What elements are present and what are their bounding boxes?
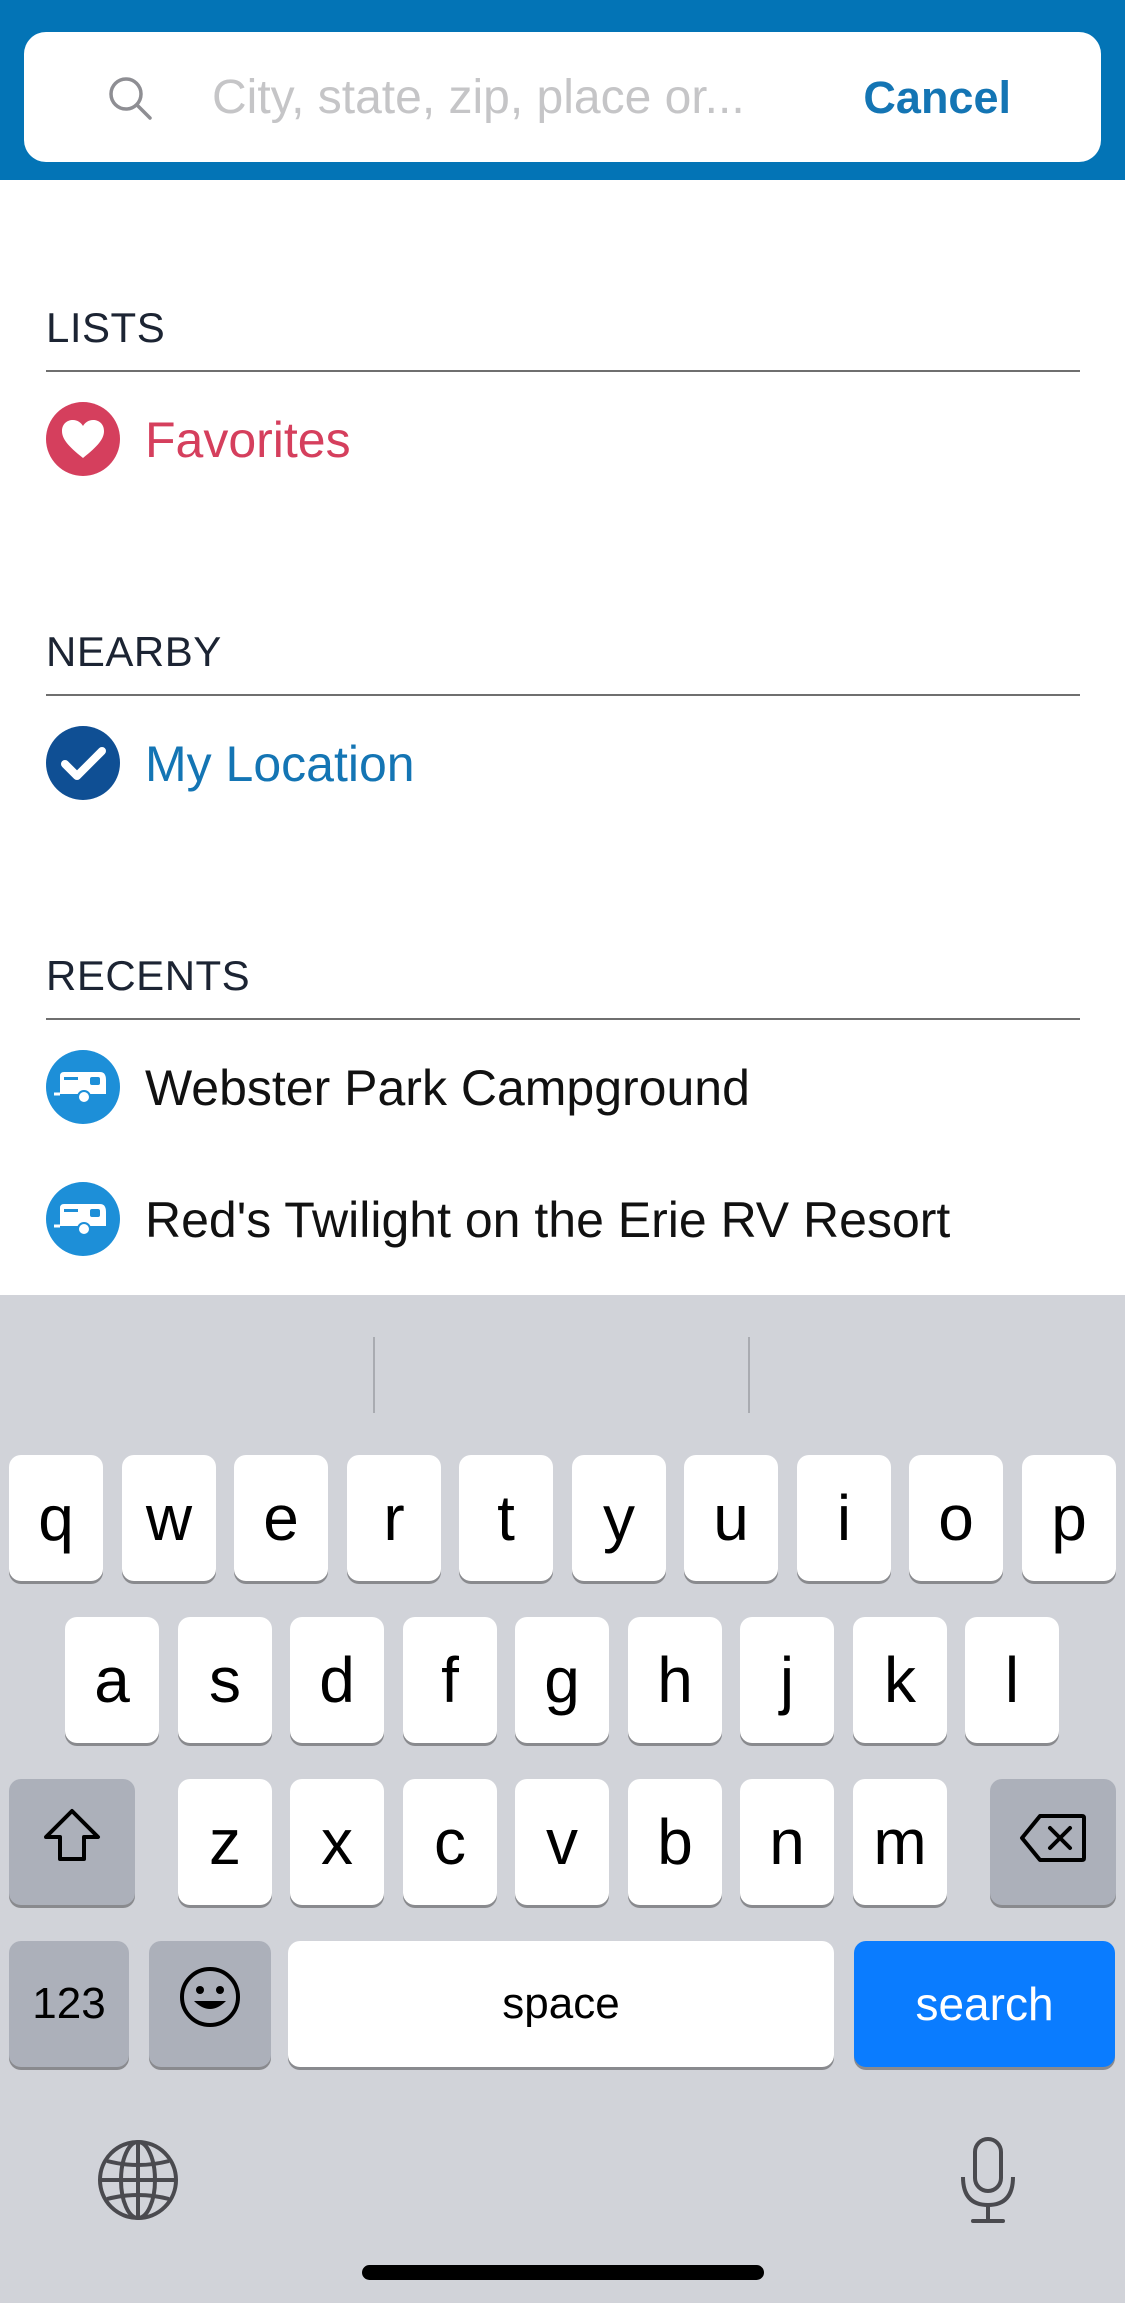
- favorites-label: Favorites: [145, 412, 351, 468]
- shift-icon: [40, 1805, 104, 1880]
- checkmark-icon: [46, 726, 120, 800]
- key-s[interactable]: s: [178, 1617, 272, 1743]
- rv-trailer-icon: [46, 1050, 120, 1124]
- section-header-recents: RECENTS: [46, 948, 1080, 1020]
- recent-item[interactable]: Red's Twilight on the Erie RV Resort: [46, 1168, 1080, 1268]
- home-indicator: [362, 2265, 764, 2280]
- key-y[interactable]: y: [572, 1455, 666, 1581]
- key-g[interactable]: g: [515, 1617, 609, 1743]
- search-box[interactable]: Cancel: [24, 32, 1101, 162]
- section-header-lists: LISTS: [46, 300, 1080, 372]
- key-z[interactable]: z: [178, 1779, 272, 1905]
- my-location-label: My Location: [145, 736, 415, 792]
- recent-item-label: Red's Twilight on the Erie RV Resort: [145, 1192, 951, 1248]
- search-screen: Cancel LISTS Favorites NEARBY My Locatio…: [0, 0, 1125, 2303]
- microphone-icon[interactable]: [955, 2135, 1021, 2232]
- section-title-recents: RECENTS: [46, 952, 251, 999]
- key-v[interactable]: v: [515, 1779, 609, 1905]
- key-n[interactable]: n: [740, 1779, 834, 1905]
- shift-key[interactable]: [9, 1779, 135, 1905]
- list-item-favorites[interactable]: Favorites: [46, 388, 1080, 488]
- delete-key[interactable]: [990, 1779, 1116, 1905]
- section-title-nearby: NEARBY: [46, 628, 222, 675]
- search-header: Cancel: [0, 0, 1125, 180]
- key-h[interactable]: h: [628, 1617, 722, 1743]
- key-x[interactable]: x: [290, 1779, 384, 1905]
- key-t[interactable]: t: [459, 1455, 553, 1581]
- key-b[interactable]: b: [628, 1779, 722, 1905]
- delete-icon: [1018, 1805, 1088, 1879]
- prediction-divider: [373, 1337, 375, 1413]
- numbers-key[interactable]: 123: [9, 1941, 129, 2067]
- cancel-button[interactable]: Cancel: [863, 68, 1011, 128]
- recent-item[interactable]: Webster Park Campground: [46, 1036, 1080, 1136]
- key-m[interactable]: m: [853, 1779, 947, 1905]
- search-input[interactable]: [212, 62, 812, 132]
- emoji-key[interactable]: [149, 1941, 271, 2067]
- key-i[interactable]: i: [797, 1455, 891, 1581]
- prediction-divider: [748, 1337, 750, 1413]
- key-p[interactable]: p: [1022, 1455, 1116, 1581]
- section-header-nearby: NEARBY: [46, 624, 1080, 696]
- key-w[interactable]: w: [122, 1455, 216, 1581]
- space-key[interactable]: space: [288, 1941, 834, 2067]
- rv-trailer-icon: [46, 1182, 120, 1256]
- list-item-my-location[interactable]: My Location: [46, 712, 1080, 812]
- key-k[interactable]: k: [853, 1617, 947, 1743]
- emoji-icon: [178, 1965, 242, 2044]
- keyboard: q w e r t y u i o p a s d f g h j k l z …: [0, 1295, 1125, 2303]
- key-j[interactable]: j: [740, 1617, 834, 1743]
- search-key[interactable]: search: [854, 1941, 1115, 2067]
- recent-item-label: Webster Park Campground: [145, 1060, 750, 1116]
- key-c[interactable]: c: [403, 1779, 497, 1905]
- key-f[interactable]: f: [403, 1617, 497, 1743]
- heart-icon: [46, 402, 120, 476]
- key-e[interactable]: e: [234, 1455, 328, 1581]
- key-q[interactable]: q: [9, 1455, 103, 1581]
- key-o[interactable]: o: [909, 1455, 1003, 1581]
- key-u[interactable]: u: [684, 1455, 778, 1581]
- globe-icon[interactable]: [95, 2137, 181, 2228]
- section-title-lists: LISTS: [46, 304, 166, 351]
- key-d[interactable]: d: [290, 1617, 384, 1743]
- key-a[interactable]: a: [65, 1617, 159, 1743]
- key-l[interactable]: l: [965, 1617, 1059, 1743]
- key-r[interactable]: r: [347, 1455, 441, 1581]
- search-icon: [106, 74, 156, 124]
